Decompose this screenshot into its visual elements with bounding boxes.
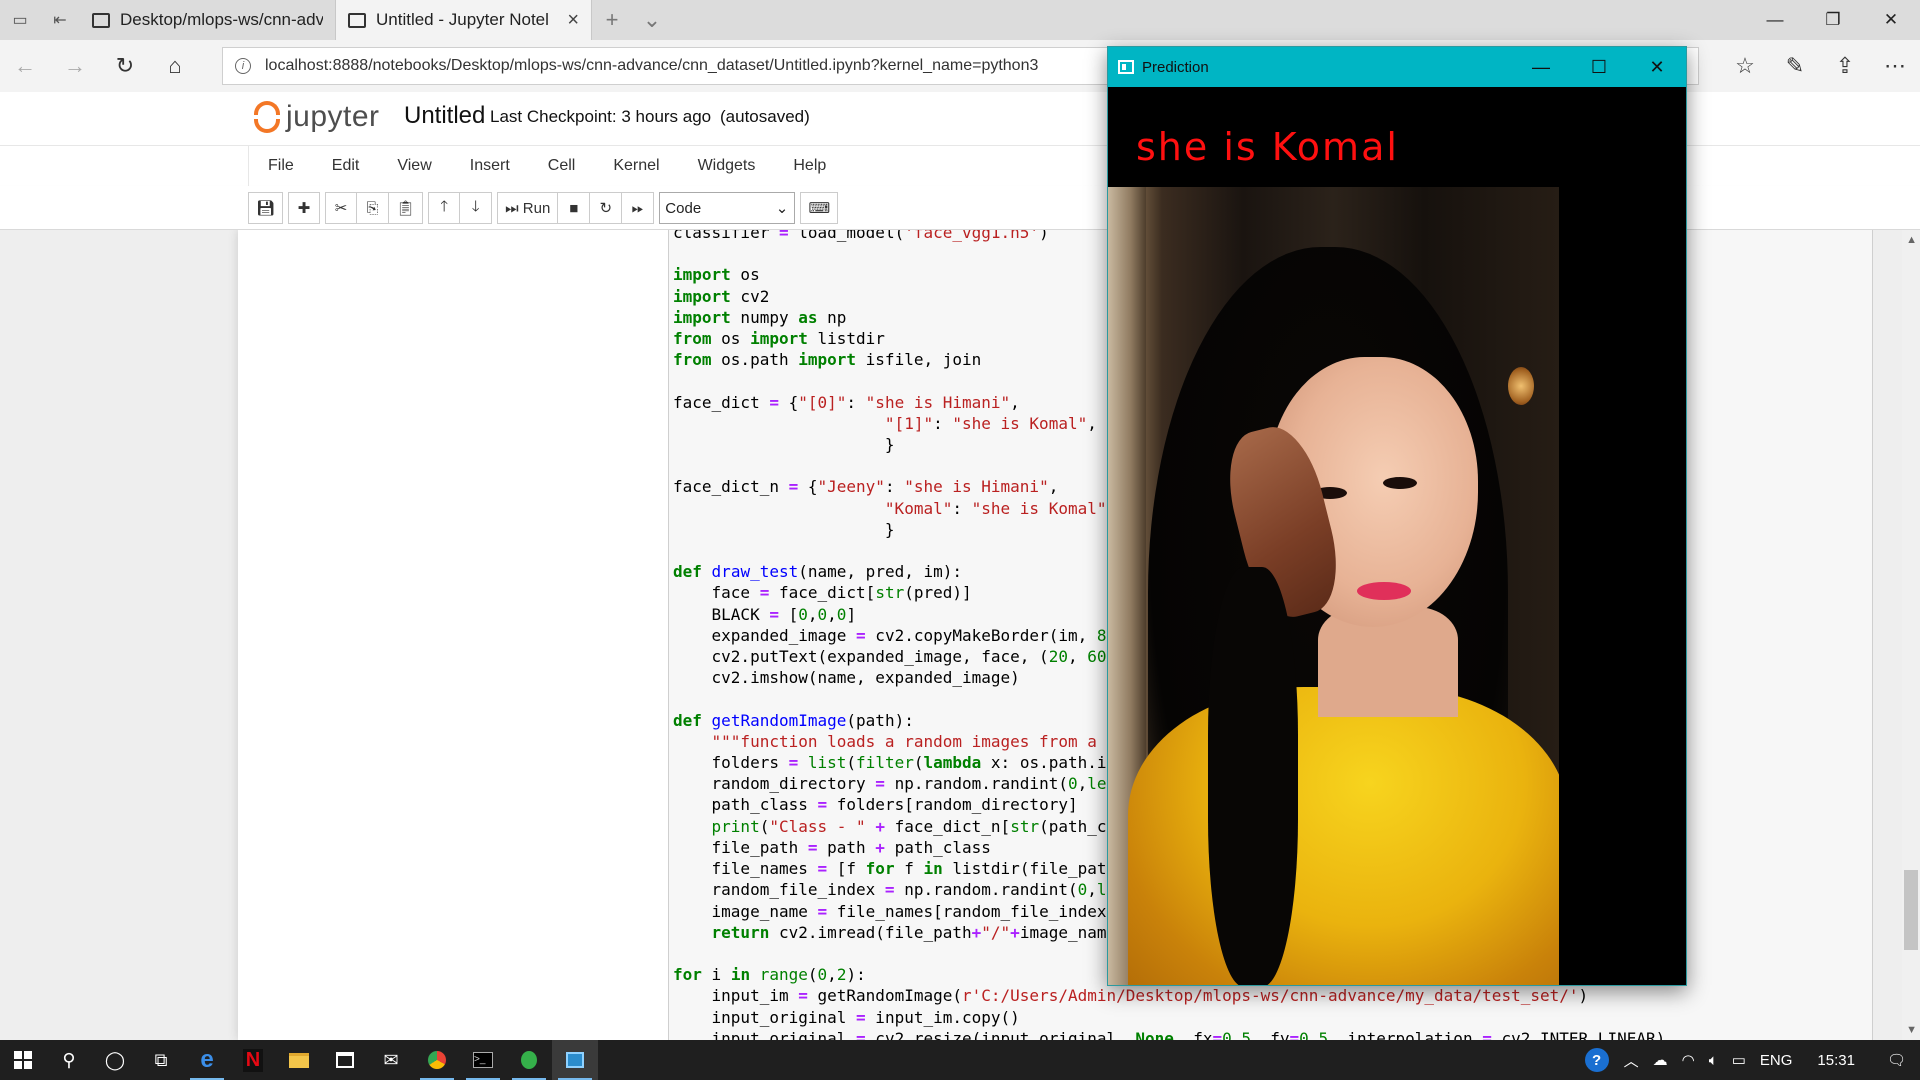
jupyter-logo-text: jupyter [286, 100, 380, 133]
help-icon[interactable]: ? [1584, 1048, 1609, 1072]
language-indicator[interactable]: ENG [1753, 1052, 1800, 1069]
refresh-icon[interactable]: ↻ [100, 40, 150, 92]
maximize-icon[interactable]: ☐ [1570, 57, 1628, 78]
windows-logo-icon [14, 1051, 32, 1069]
menu-insert[interactable]: Insert [451, 157, 529, 175]
store-app-icon[interactable] [322, 1040, 368, 1080]
prediction-window: Prediction — ☐ ✕ she is Komal [1107, 46, 1687, 986]
battery-icon[interactable]: ▭ [1725, 1051, 1753, 1069]
move-up-icon[interactable]: 🡑 [428, 192, 461, 224]
checkpoint-status: Last Checkpoint: 3 hours ago [490, 107, 712, 126]
stop-icon[interactable]: ■ [558, 192, 591, 224]
volume-icon[interactable]: 🔈︎ [1702, 1052, 1725, 1069]
restart-icon[interactable]: ↻ [590, 192, 623, 224]
chevron-down-icon: ⌄ [775, 200, 789, 217]
notifications-icon[interactable]: 🗨︎ [1873, 1051, 1920, 1069]
save-icon[interactable]: 💾︎ [248, 192, 284, 224]
tab-title: Desktop/mlops-ws/cnn-adv [120, 10, 323, 29]
set-aside-tabs-icon[interactable]: ⇤ [40, 0, 80, 40]
close-window-icon[interactable]: ✕ [1862, 0, 1920, 40]
back-icon[interactable]: ← [0, 40, 50, 92]
menu-help[interactable]: Help [774, 157, 845, 175]
cell-type-value: Code [665, 199, 702, 217]
wifi-icon[interactable]: ◠ [1675, 1051, 1702, 1069]
edge-app-icon[interactable]: e [184, 1040, 230, 1080]
search-icon[interactable]: ⚲ [46, 1040, 92, 1080]
browser-tab-desktop[interactable]: Desktop/mlops-ws/cnn-adv [80, 0, 336, 40]
paste-icon[interactable]: 📋︎ [389, 192, 424, 224]
close-tab-icon[interactable]: × [567, 9, 579, 32]
start-button[interactable] [0, 1040, 46, 1080]
task-view-icon[interactable]: ⧉ [138, 1040, 184, 1080]
minimize-icon[interactable]: — [1512, 57, 1570, 78]
file-explorer-icon[interactable] [276, 1040, 322, 1080]
site-info-icon[interactable]: i [235, 58, 251, 74]
prediction-titlebar[interactable]: Prediction — ☐ ✕ [1108, 47, 1686, 87]
jupyter-logo[interactable]: jupyter [252, 98, 380, 136]
share-icon[interactable]: ⇪ [1820, 40, 1870, 92]
cell-type-select[interactable]: Code ⌄ [659, 192, 796, 224]
menu-file[interactable]: File [249, 157, 313, 175]
scroll-up-icon[interactable]: ▲ [1906, 234, 1917, 246]
face-photo [1108, 187, 1559, 985]
chrome-app-icon[interactable] [414, 1040, 460, 1080]
windows-taskbar: ⚲ ◯ ⧉ e N ✉ >_ ? ︿ ☁ ◠ 🔈︎ ▭ ENG 15:31 🗨︎ [0, 1040, 1920, 1080]
opencv-window-icon [1118, 60, 1134, 74]
favorites-icon[interactable]: ☆ [1720, 40, 1770, 92]
menu-view[interactable]: View [378, 157, 450, 175]
clock[interactable]: 15:31 [1799, 1052, 1873, 1069]
scrollbar-thumb[interactable] [1904, 870, 1918, 950]
run-label: Run [522, 199, 551, 217]
cortana-icon[interactable]: ◯ [92, 1040, 138, 1080]
new-tab-icon[interactable]: + [592, 0, 632, 40]
pen-icon[interactable]: ✎ [1770, 40, 1820, 92]
browser-tab-bar: ▭ ⇤ Desktop/mlops-ws/cnn-adv Untitled - … [0, 0, 1920, 40]
menu-widgets[interactable]: Widgets [679, 157, 775, 175]
page-icon [348, 12, 366, 28]
mail-app-icon[interactable]: ✉ [368, 1040, 414, 1080]
show-hidden-icons-chevron-icon[interactable]: ︿ [1617, 1050, 1646, 1071]
opencv-window-taskbar-icon[interactable] [552, 1040, 598, 1080]
tab-preview-icon[interactable]: ▭ [0, 0, 40, 40]
keyboard-icon[interactable]: ⌨ [800, 192, 839, 224]
more-icon[interactable]: ⋯ [1870, 40, 1920, 92]
jupyter-logo-icon [252, 98, 282, 136]
run-button[interactable]: ⏭︎ Run [497, 192, 559, 224]
prediction-window-title: Prediction [1142, 58, 1209, 76]
notebook-title[interactable]: Untitled [404, 102, 485, 130]
python-app-icon[interactable] [506, 1040, 552, 1080]
step-forward-icon: ⏭︎ [505, 199, 523, 217]
minimize-icon[interactable]: — [1746, 0, 1804, 40]
menu-kernel[interactable]: Kernel [594, 157, 678, 175]
autosave-status: (autosaved) [720, 107, 810, 126]
close-window-icon[interactable]: ✕ [1628, 57, 1686, 78]
forward-icon[interactable]: → [50, 40, 100, 92]
browser-tab-jupyter[interactable]: Untitled - Jupyter Notel × [336, 0, 592, 40]
fast-forward-icon[interactable]: ⏩︎ [622, 192, 655, 224]
tab-title: Untitled - Jupyter Notel [376, 10, 549, 29]
prediction-label: she is Komal [1136, 125, 1399, 169]
home-icon[interactable]: ⌂ [150, 40, 200, 92]
move-down-icon[interactable]: 🡓 [460, 192, 493, 224]
menu-cell[interactable]: Cell [529, 157, 595, 175]
cut-icon[interactable]: ✂ [325, 192, 358, 224]
terminal-app-icon[interactable]: >_ [460, 1040, 506, 1080]
insert-cell-icon[interactable]: ✚ [288, 192, 321, 224]
tab-list-chevron-icon[interactable]: ⌄ [632, 0, 672, 40]
onedrive-icon[interactable]: ☁ [1646, 1051, 1675, 1069]
restore-icon[interactable]: ❐ [1804, 0, 1862, 40]
netflix-app-icon[interactable]: N [230, 1040, 276, 1080]
scroll-down-icon[interactable]: ▼ [1906, 1024, 1917, 1036]
page-icon [92, 12, 110, 28]
copy-icon[interactable]: ⎘ [357, 192, 390, 224]
menu-edit[interactable]: Edit [313, 157, 379, 175]
url-text: localhost:8888/notebooks/Desktop/mlops-w… [265, 57, 1039, 74]
